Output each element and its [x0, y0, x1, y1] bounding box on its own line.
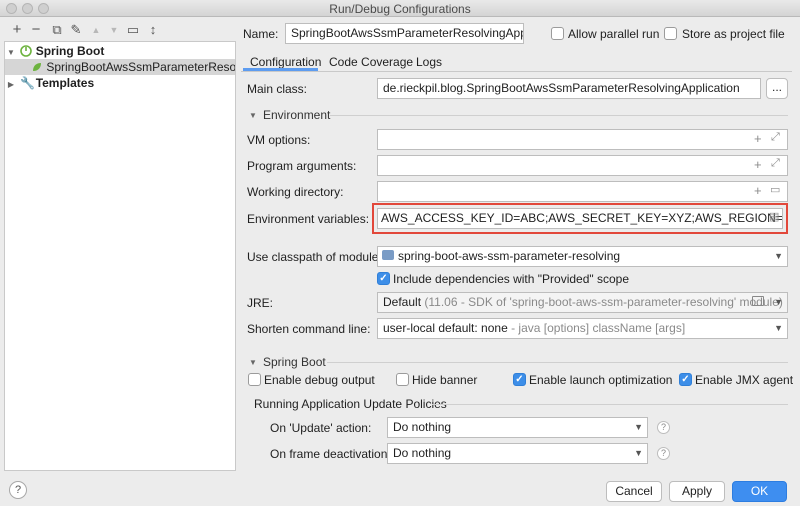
vm-options-input[interactable] [377, 129, 788, 150]
ok-button[interactable]: OK [732, 481, 787, 502]
launch-opt-label: Enable launch optimization [529, 373, 673, 387]
main-class-label: Main class: [247, 82, 308, 96]
jre-detail: (11.06 - SDK of 'spring-boot-aws-ssm-par… [424, 295, 783, 309]
working-dir-input[interactable] [377, 181, 788, 202]
jmx-checkbox[interactable]: ✓ [679, 373, 692, 386]
on-update-value: Do nothing [393, 420, 452, 434]
config-tree: ▼ Spring Boot SpringBootAwsSsmParameterR… [4, 41, 236, 471]
tree-item-templates[interactable]: ▶ 🔧 Templates [5, 75, 235, 91]
chevron-down-icon[interactable]: ▼ [249, 358, 257, 367]
chevron-down-icon: ▼ [634, 422, 643, 432]
environment-section-title: Environment [263, 108, 331, 122]
help-button[interactable]: ? [9, 481, 27, 499]
debug-output-label: Enable debug output [264, 373, 375, 387]
main-class-input[interactable]: de.rieckpil.blog.SpringBootAwsSsmParamet… [377, 78, 761, 99]
name-label: Name: [243, 27, 279, 41]
name-input[interactable]: SpringBootAwsSsmParameterResolvingApplic… [285, 23, 524, 44]
classpath-select[interactable]: spring-boot-aws-ssm-parameter-resolving … [377, 246, 788, 267]
move-down-button[interactable]: ▼ [106, 22, 122, 38]
shorten-label: Shorten command line: [247, 322, 371, 336]
tabs-divider [241, 71, 792, 72]
chevron-down-icon: ▼ [774, 297, 783, 307]
help-icon[interactable]: ? [657, 421, 670, 434]
remove-config-button[interactable]: − [28, 22, 44, 38]
tab-code-coverage[interactable]: Code Coverage [329, 54, 413, 70]
cancel-button[interactable]: Cancel [606, 481, 662, 502]
on-update-select[interactable]: Do nothing ▼ [387, 417, 648, 438]
program-args-input[interactable] [377, 155, 788, 176]
module-icon [382, 250, 394, 260]
hide-banner-checkbox[interactable] [396, 373, 409, 386]
on-frame-value: Do nothing [393, 446, 452, 460]
folder-icon[interactable] [752, 296, 764, 306]
launch-opt-checkbox[interactable]: ✓ [513, 373, 526, 386]
tree-item-application[interactable]: SpringBootAwsSsmParameterResolvingApplic… [5, 59, 235, 75]
folder-icon[interactable]: ▭ [125, 22, 141, 38]
spring-boot-icon [20, 45, 33, 57]
policies-title: Running Application Update Policies [254, 397, 447, 411]
section-divider [432, 404, 788, 405]
include-deps-checkbox[interactable]: ✓ [377, 272, 390, 285]
spring-leaf-icon [33, 63, 41, 71]
shorten-select[interactable]: user-local default: none - java [options… [377, 318, 788, 339]
plus-icon[interactable]: + [754, 183, 762, 198]
tree-item-label: Templates [35, 76, 95, 90]
expand-icon[interactable]: ⤢ [771, 131, 780, 144]
tree-item-spring-boot[interactable]: ▼ Spring Boot [5, 43, 235, 59]
shorten-value: user-local default: none [383, 321, 508, 335]
copy-config-button[interactable]: ⧉ [49, 22, 65, 38]
env-vars-highlight [372, 203, 788, 234]
section-divider [327, 362, 788, 363]
sort-icon[interactable]: ↕ [145, 22, 161, 38]
store-project-checkbox[interactable] [664, 27, 677, 40]
program-args-label: Program arguments: [247, 159, 357, 173]
apply-button[interactable]: Apply [669, 481, 725, 502]
allow-parallel-checkbox[interactable] [551, 27, 564, 40]
edit-defaults-icon[interactable]: ✎ [68, 22, 84, 38]
help-icon[interactable]: ? [657, 447, 670, 460]
on-frame-label: On frame deactivation: [270, 447, 391, 461]
jmx-label: Enable JMX agent [695, 373, 794, 387]
wrench-icon: 🔧 [20, 76, 36, 90]
plus-icon[interactable]: + [754, 131, 762, 146]
jre-select[interactable]: Default (11.06 - SDK of 'spring-boot-aws… [377, 292, 788, 313]
browse-main-class-button[interactable]: ... [766, 78, 788, 99]
section-divider [330, 115, 788, 116]
allow-parallel-label: Allow parallel run [568, 27, 660, 41]
tab-logs[interactable]: Logs [416, 54, 442, 70]
tree-item-label: Spring Boot [35, 44, 105, 58]
working-dir-label: Working directory: [247, 185, 344, 199]
folder-icon[interactable]: ▭ [770, 183, 780, 196]
on-update-label: On 'Update' action: [270, 421, 372, 435]
include-deps-label: Include dependencies with "Provided" sco… [393, 272, 630, 286]
chevron-right-icon[interactable]: ▶ [5, 77, 17, 91]
plus-icon[interactable]: + [754, 157, 762, 172]
shorten-detail: - java [options] className [args] [511, 321, 686, 335]
jre-value: Default [383, 295, 422, 309]
chevron-down-icon: ▼ [774, 251, 783, 261]
chevron-down-icon[interactable]: ▼ [5, 45, 17, 59]
hide-banner-label: Hide banner [412, 373, 478, 387]
env-vars-label: Environment variables: [247, 212, 370, 226]
add-config-button[interactable]: + [9, 22, 25, 38]
classpath-label: Use classpath of module: [247, 250, 382, 264]
on-frame-select[interactable]: Do nothing ▼ [387, 443, 648, 464]
vm-options-label: VM options: [247, 133, 311, 147]
window-title: Run/Debug Configurations [329, 2, 471, 16]
chevron-down-icon[interactable]: ▼ [249, 111, 257, 120]
move-up-button[interactable]: ▲ [88, 22, 104, 38]
tree-item-label: SpringBootAwsSsmParameterResolvingApplic… [46, 60, 235, 74]
store-project-label: Store as project file [682, 27, 785, 41]
chevron-down-icon: ▼ [774, 323, 783, 333]
expand-icon[interactable]: ⤢ [771, 157, 780, 170]
spring-boot-section-title: Spring Boot [263, 355, 326, 369]
debug-output-checkbox[interactable] [248, 373, 261, 386]
jre-label: JRE: [247, 296, 274, 310]
chevron-down-icon: ▼ [634, 448, 643, 458]
classpath-value: spring-boot-aws-ssm-parameter-resolving [398, 249, 621, 263]
